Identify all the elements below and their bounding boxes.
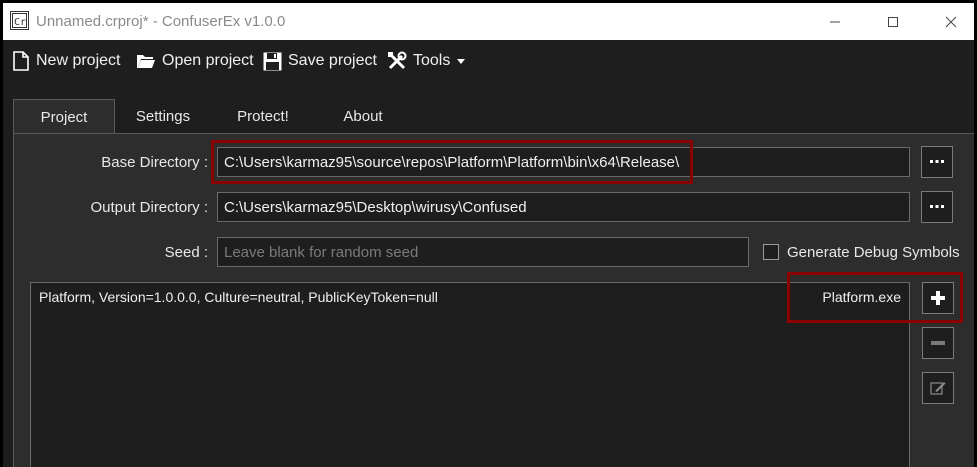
toolbar: New project Open project Save project To… bbox=[3, 40, 974, 88]
close-icon bbox=[945, 16, 957, 27]
base-directory-label: Base Directory : bbox=[101, 154, 208, 171]
tab-about-label: About bbox=[343, 107, 383, 125]
minimize-icon bbox=[830, 21, 840, 22]
remove-module-button[interactable] bbox=[922, 327, 954, 359]
seed-input[interactable]: Leave blank for random seed bbox=[217, 237, 749, 267]
save-disk-icon bbox=[263, 52, 282, 70]
modules-list[interactable]: Platform, Version=1.0.0.0, Culture=neutr… bbox=[30, 282, 910, 467]
tools-label: Tools bbox=[413, 52, 451, 69]
edit-module-button[interactable] bbox=[922, 372, 954, 404]
debug-symbols-checkbox[interactable] bbox=[763, 244, 779, 260]
minus-icon bbox=[931, 341, 945, 345]
plus-icon bbox=[931, 291, 945, 305]
tab-protect[interactable]: Protect! bbox=[213, 99, 313, 133]
base-directory-input[interactable]: C:\Users\karmaz95\source\repos\Platform\… bbox=[217, 147, 910, 177]
maximize-button[interactable] bbox=[870, 3, 916, 40]
add-module-button[interactable] bbox=[922, 282, 954, 314]
list-item[interactable]: Platform, Version=1.0.0.0, Culture=neutr… bbox=[39, 289, 901, 309]
edit-icon bbox=[930, 382, 946, 395]
title-bar[interactable]: Cr Unnamed.crproj* - ConfuserEx v1.0.0 bbox=[3, 3, 974, 40]
window-title: Unnamed.crproj* - ConfuserEx v1.0.0 bbox=[36, 13, 286, 30]
dropdown-arrow-icon bbox=[457, 59, 466, 64]
seed-label: Seed : bbox=[164, 244, 208, 261]
tab-settings-label: Settings bbox=[135, 107, 191, 125]
tab-about[interactable]: About bbox=[313, 99, 413, 133]
tab-control: Project Settings Protect! About Base Dir… bbox=[13, 99, 974, 467]
save-project-label: Save project bbox=[288, 52, 377, 69]
module-assembly-name: Platform, Version=1.0.0.0, Culture=neutr… bbox=[39, 289, 438, 305]
save-project-button[interactable]: Save project bbox=[263, 48, 377, 74]
module-file-name: Platform.exe bbox=[822, 289, 901, 305]
debug-symbols-label[interactable]: Generate Debug Symbols bbox=[787, 244, 960, 261]
ellipsis-icon bbox=[930, 160, 944, 163]
app-window: Cr Unnamed.crproj* - ConfuserEx v1.0.0 N… bbox=[3, 3, 974, 467]
tab-protect-label: Protect! bbox=[237, 107, 289, 125]
folder-open-icon bbox=[137, 55, 155, 68]
close-button[interactable] bbox=[928, 3, 974, 40]
new-project-label: New project bbox=[36, 52, 121, 69]
seed-placeholder: Leave blank for random seed bbox=[224, 243, 419, 261]
tab-project[interactable]: Project bbox=[13, 99, 115, 134]
output-directory-browse-button[interactable] bbox=[921, 191, 953, 223]
tools-menu-button[interactable]: Tools bbox=[387, 48, 466, 74]
minimize-button[interactable] bbox=[812, 3, 858, 40]
ellipsis-icon bbox=[930, 205, 944, 208]
open-project-button[interactable]: Open project bbox=[136, 48, 254, 74]
open-project-label: Open project bbox=[162, 52, 254, 69]
base-directory-browse-button[interactable] bbox=[921, 146, 953, 178]
svg-text:Cr: Cr bbox=[14, 17, 26, 28]
app-logo-icon: Cr bbox=[10, 11, 29, 30]
tab-project-label: Project bbox=[40, 108, 88, 126]
output-directory-label: Output Directory : bbox=[90, 199, 208, 216]
project-panel: Base Directory : C:\Users\karmaz95\sourc… bbox=[13, 133, 974, 467]
output-directory-input[interactable]: C:\Users\karmaz95\Desktop\wirusy\Confuse… bbox=[217, 192, 910, 222]
maximize-icon bbox=[888, 16, 898, 27]
tools-icon bbox=[388, 51, 407, 70]
new-file-icon bbox=[13, 51, 29, 71]
tab-settings[interactable]: Settings bbox=[113, 99, 213, 133]
new-project-button[interactable]: New project bbox=[12, 48, 120, 74]
